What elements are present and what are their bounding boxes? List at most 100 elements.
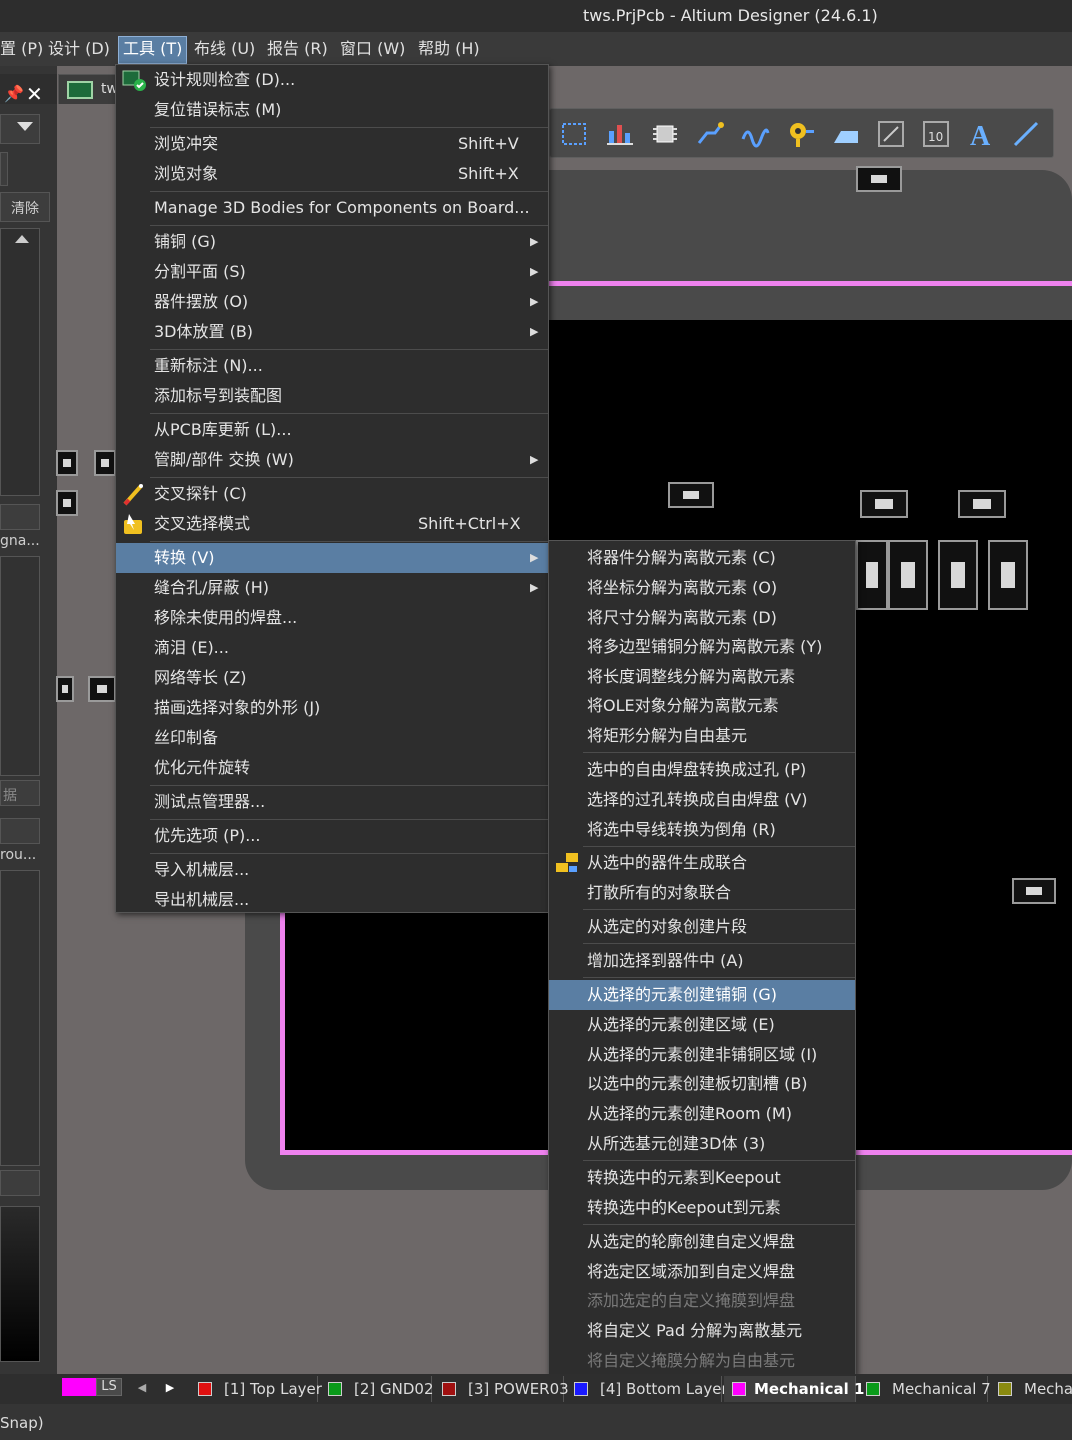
string-icon[interactable]: 10 <box>921 119 951 149</box>
menu-item-drc[interactable]: 设计规则检查 (D)... <box>116 65 550 95</box>
line-icon[interactable] <box>1011 119 1041 149</box>
submenu-item-explode-dimension[interactable]: 将尺寸分解为离散元素 (D) <box>549 603 855 633</box>
scroll-up-icon[interactable] <box>15 235 29 243</box>
submenu-item-to-keepout[interactable]: 转换选中的元素到Keepout <box>549 1163 855 1193</box>
pcb-pad[interactable] <box>958 490 1006 518</box>
pcb-pad[interactable] <box>988 540 1028 610</box>
pcb-pad[interactable] <box>56 676 74 702</box>
submenu-item-custom-pad-from-outline[interactable]: 从选定的轮廓创建自定义焊盘 <box>549 1227 855 1257</box>
submenu-item-create-board-cutout[interactable]: 以选中的元素创建板切割槽 (B) <box>549 1069 855 1099</box>
menu-item-browse-violations[interactable]: 浏览冲突 Shift+V <box>116 129 550 159</box>
select-area-icon[interactable] <box>560 119 590 149</box>
submenu-item-create-union[interactable]: 从选中的器件生成联合 <box>549 848 855 878</box>
submenu-item-tracks-to-chamfer[interactable]: 将选中导线转换为倒角 (R) <box>549 815 855 845</box>
layer-tab-top[interactable]: [1] Top Layer <box>190 1376 322 1402</box>
menu-window[interactable]: 窗口 (W) <box>340 39 405 63</box>
pcb-pad[interactable] <box>938 540 978 610</box>
menu-item-3d-body-placement[interactable]: 3D体放置 (B) ▶ <box>116 317 550 347</box>
submenu-item-add-to-component[interactable]: 增加选择到器件中 (A) <box>549 946 855 976</box>
pcb-pad[interactable] <box>856 540 888 610</box>
layer-tab-mechanical1[interactable]: Mechanical 1 <box>724 1376 864 1402</box>
panel-list[interactable] <box>0 228 40 496</box>
layer-tab-power03[interactable]: [3] POWER03 <box>434 1376 569 1402</box>
panel-input[interactable] <box>0 152 8 186</box>
panel-list-3[interactable] <box>0 870 40 1166</box>
document-tab[interactable]: tw <box>58 74 118 104</box>
menu-item-pin-part-swap[interactable]: 管脚/部件 交换 (W) ▶ <box>116 445 550 475</box>
menu-item-import-mechanical-layers[interactable]: 导入机械层... <box>116 855 550 885</box>
submenu-item-create-room[interactable]: 从选择的元素创建Room (M) <box>549 1099 855 1129</box>
pcb-pad[interactable] <box>668 482 714 508</box>
text-icon[interactable]: A <box>966 119 996 149</box>
route-icon[interactable] <box>695 119 725 149</box>
submenu-item-explode-ole[interactable]: 将OLE对象分解为离散元素 <box>549 691 855 721</box>
pin-icon[interactable]: 📌 <box>4 84 24 103</box>
panel-dropdown[interactable] <box>0 114 40 144</box>
menu-item-outline-selected[interactable]: 描画选择对象的外形 (J) <box>116 693 550 723</box>
menu-reports[interactable]: 报告 (R) <box>267 39 328 63</box>
submenu-item-create-polygon[interactable]: 从选择的元素创建铺铜 (G) <box>549 980 855 1010</box>
menu-item-testpoint-manager[interactable]: 测试点管理器... <box>116 787 550 817</box>
menu-item-via-stitching[interactable]: 缝合孔/屏蔽 (H) ▶ <box>116 573 550 603</box>
clear-button[interactable]: 清除 <box>0 192 50 222</box>
panel-field-4[interactable] <box>0 1170 40 1196</box>
component-icon[interactable] <box>650 119 680 149</box>
layer-tab-mechanical[interactable]: Mechan <box>990 1376 1072 1402</box>
submenu-item-explode-component[interactable]: 将器件分解为离散元素 (C) <box>549 543 855 573</box>
menu-help[interactable]: 帮助 (H) <box>418 39 480 63</box>
menu-item-browse-objects[interactable]: 浏览对象 Shift+X <box>116 159 550 189</box>
menu-place[interactable]: 置 (P) <box>0 39 43 63</box>
menu-item-reset-errors[interactable]: 复位错误标志 (M) <box>116 95 550 125</box>
submenu-item-create-no-pour-region[interactable]: 从选择的元素创建非铺铜区域 (I) <box>549 1040 855 1070</box>
submenu-item-create-3d-body[interactable]: 从所选基元创建3D体 (3) <box>549 1129 855 1159</box>
layer-set-button[interactable]: LS <box>96 1378 122 1396</box>
fill-icon[interactable] <box>831 119 861 149</box>
diff-pair-icon[interactable] <box>740 119 770 149</box>
via-icon[interactable] <box>786 119 816 149</box>
submenu-item-explode-custom-pad[interactable]: 将自定义 Pad 分解为离散基元 <box>549 1316 855 1346</box>
submenu-item-explode-polygon[interactable]: 将多边型铺铜分解为离散元素 (Y) <box>549 632 855 662</box>
submenu-item-pads-to-vias[interactable]: 选中的自由焊盘转换成过孔 (P) <box>549 755 855 785</box>
pcb-pad[interactable] <box>88 676 116 702</box>
pcb-pad[interactable] <box>56 450 78 476</box>
panel-field[interactable] <box>0 504 40 530</box>
menu-route[interactable]: 布线 (U) <box>194 39 255 63</box>
submenu-item-explode-length-tuning[interactable]: 将长度调整线分解为离散元素 <box>549 662 855 692</box>
menu-item-cross-probe[interactable]: 交叉探针 (C) <box>116 479 550 509</box>
align-icon[interactable] <box>605 119 635 149</box>
layer-tab-bottom[interactable]: [4] Bottom Layer <box>566 1376 728 1402</box>
pcb-pad[interactable] <box>1012 878 1056 904</box>
pcb-pad[interactable] <box>94 450 116 476</box>
submenu-item-add-region-to-custom-pad[interactable]: 将选定区域添加到自定义焊盘 <box>549 1257 855 1287</box>
pcb-pad[interactable] <box>888 540 928 610</box>
current-layer-swatch[interactable] <box>62 1378 96 1396</box>
menu-item-component-placement[interactable]: 器件摆放 (O) ▶ <box>116 287 550 317</box>
menu-item-equalize-net-lengths[interactable]: 网络等长 (Z) <box>116 663 550 693</box>
submenu-item-create-fragment[interactable]: 从选定的对象创建片段 <box>549 912 855 942</box>
panel-field-2[interactable]: 据 <box>0 780 40 806</box>
pcb-pad[interactable] <box>56 490 78 516</box>
menu-item-optimize-rotation[interactable]: 优化元件旋转 <box>116 753 550 783</box>
submenu-item-explode-rectangle[interactable]: 将矩形分解为自由基元 <box>549 721 855 751</box>
menu-item-split-planes[interactable]: 分割平面 (S) ▶ <box>116 257 550 287</box>
menu-item-silkscreen-preparation[interactable]: 丝印制备 <box>116 723 550 753</box>
panel-field-3[interactable] <box>0 818 40 844</box>
menu-design[interactable]: 设计 (D) <box>48 39 110 63</box>
menu-item-export-mechanical-layers[interactable]: 导出机械层... <box>116 885 550 915</box>
scroll-left-icon[interactable]: ◀ <box>130 1378 154 1398</box>
measure-icon[interactable] <box>876 119 906 149</box>
menu-item-add-designators[interactable]: 添加标号到装配图 <box>116 381 550 411</box>
layer-tab-gnd02[interactable]: [2] GND02 <box>320 1376 434 1402</box>
layer-tab-mechanical7[interactable]: Mechanical 7 <box>858 1376 991 1402</box>
menu-item-preferences[interactable]: 优先选项 (P)... <box>116 821 550 851</box>
submenu-item-break-unions[interactable]: 打散所有的对象联合 <box>549 878 855 908</box>
scroll-right-icon[interactable]: ▶ <box>158 1378 182 1398</box>
submenu-item-vias-to-pads[interactable]: 选择的过孔转换成自由焊盘 (V) <box>549 785 855 815</box>
close-icon[interactable]: ✕ <box>26 82 43 106</box>
submenu-item-explode-coordinate[interactable]: 将坐标分解为离散元素 (O) <box>549 573 855 603</box>
pcb-pad[interactable] <box>860 490 908 518</box>
submenu-item-keepout-to-elements[interactable]: 转换选中的Keepout到元素 <box>549 1193 855 1223</box>
menu-tools[interactable]: 工具 (T) <box>117 36 188 64</box>
menu-item-polygon-pours[interactable]: 铺铜 (G) ▶ <box>116 227 550 257</box>
menu-item-teardrops[interactable]: 滴泪 (E)... <box>116 633 550 663</box>
